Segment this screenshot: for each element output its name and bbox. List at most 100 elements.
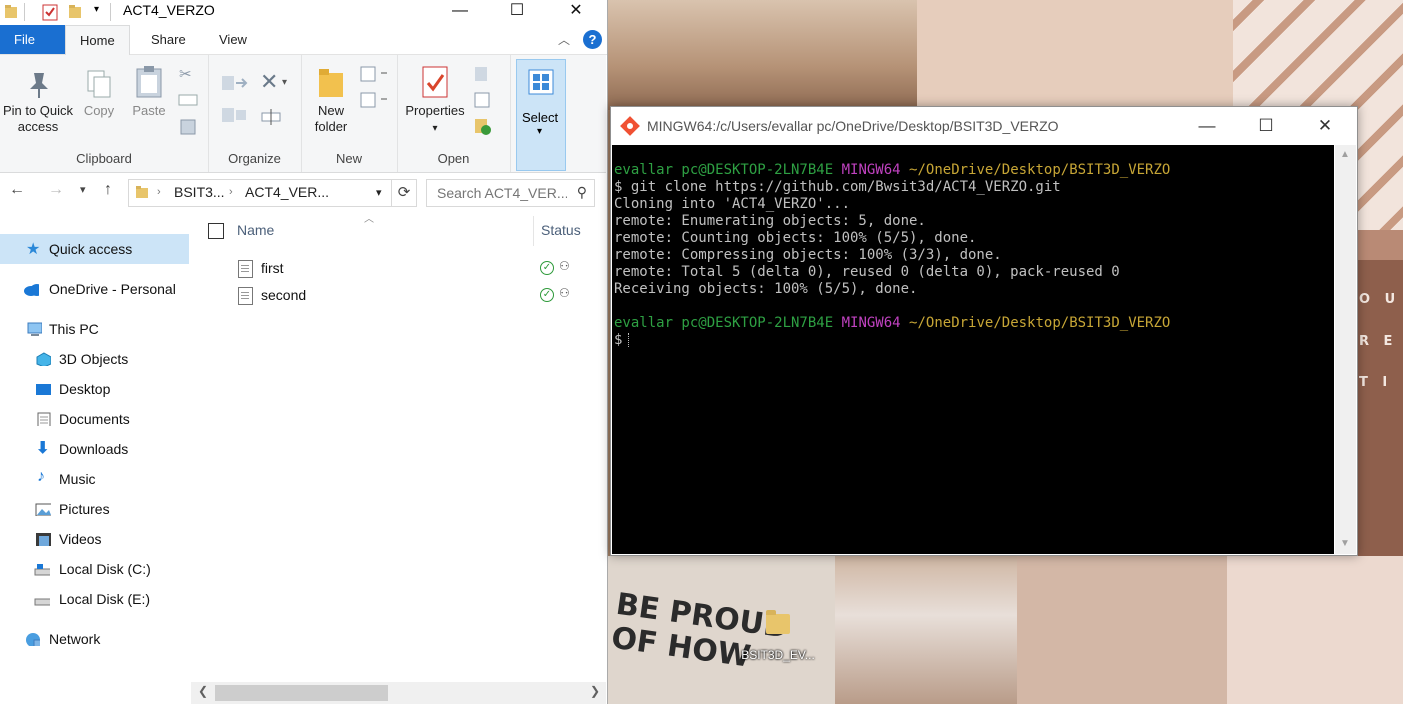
nav-item-network[interactable]: Network bbox=[0, 624, 190, 654]
minimize-button[interactable]: — bbox=[437, 0, 483, 25]
nav-item-onedrive[interactable]: OneDrive - Personal bbox=[0, 274, 190, 304]
tab-home[interactable]: Home bbox=[65, 25, 130, 55]
prompt-symbol: $ bbox=[614, 332, 623, 348]
cut-icon[interactable]: ✂ bbox=[179, 65, 192, 83]
horizontal-scrollbar[interactable]: ❮ ❯ bbox=[191, 682, 606, 704]
git-icon bbox=[620, 116, 640, 136]
copy-button[interactable]: Copy bbox=[78, 69, 120, 119]
copy-icon bbox=[87, 70, 111, 98]
open-group: Properties ▾ Open bbox=[397, 55, 511, 172]
address-bar[interactable]: › BSIT3... › ACT4_VER... ▾ bbox=[128, 179, 392, 207]
customize-toolbar-chevron-icon[interactable]: ▾ bbox=[94, 4, 99, 15]
search-input[interactable] bbox=[435, 184, 569, 202]
history-icon[interactable] bbox=[473, 117, 493, 137]
scroll-right-icon[interactable]: ❯ bbox=[590, 684, 600, 698]
tab-file[interactable]: File bbox=[0, 25, 65, 54]
properties-chevron-icon[interactable]: ▾ bbox=[432, 123, 437, 134]
sort-ascending-icon: ︿ bbox=[364, 214, 374, 225]
breadcrumb-item[interactable]: ACT4_VER... bbox=[245, 184, 329, 200]
nav-item-music[interactable]: ♪ Music bbox=[0, 464, 190, 494]
select-all-checkbox[interactable] bbox=[208, 223, 224, 239]
copy-path-icon[interactable] bbox=[178, 93, 198, 107]
terminal-title: MINGW64:/c/Users/evallar pc/OneDrive/Des… bbox=[647, 118, 1059, 134]
nav-label: This PC bbox=[49, 321, 99, 337]
explorer-titlebar: ▾ ACT4_VERZO — ☐ ✕ bbox=[0, 0, 607, 25]
nav-item-documents[interactable]: Documents bbox=[0, 404, 190, 434]
open-icon[interactable] bbox=[473, 65, 501, 83]
delete-icon[interactable]: ✕ bbox=[260, 69, 278, 95]
copy-label: Copy bbox=[83, 103, 115, 118]
minimize-button[interactable]: — bbox=[1179, 111, 1235, 141]
column-name-header[interactable]: Name bbox=[237, 222, 274, 238]
terminal-screen[interactable]: evallar pc@DESKTOP-2LN7B4E MINGW64 ~/One… bbox=[612, 145, 1334, 554]
prompt-path: ~/OneDrive/Desktop/BSIT3D_VERZO bbox=[909, 315, 1171, 331]
new-folder-quick-icon[interactable] bbox=[68, 4, 82, 20]
paste-button[interactable]: Paste bbox=[128, 65, 170, 119]
scroll-down-icon[interactable]: ▼ bbox=[1340, 538, 1350, 549]
paste-icon bbox=[136, 66, 162, 98]
paste-shortcut-icon[interactable] bbox=[180, 117, 196, 135]
refresh-button[interactable]: ⟳ bbox=[392, 179, 417, 207]
pin-label-2: access bbox=[17, 119, 59, 134]
new-folder-label-2: folder bbox=[314, 119, 348, 134]
folder-icon bbox=[5, 5, 17, 18]
easy-access-icon[interactable] bbox=[359, 91, 389, 109]
maximize-button[interactable]: ☐ bbox=[494, 0, 540, 25]
nav-item-local-disk-c[interactable]: Local Disk (C:) bbox=[0, 554, 190, 584]
nav-item-3d-objects[interactable]: 3D Objects bbox=[0, 344, 190, 374]
desktop-icon bbox=[36, 384, 51, 395]
back-arrow-icon[interactable]: ← bbox=[9, 181, 25, 199]
nav-item-this-pc[interactable]: This PC bbox=[0, 314, 190, 344]
nav-item-quick-access[interactable]: ★ Quick access bbox=[0, 234, 189, 264]
file-row[interactable]: second ✓ ⚇ bbox=[191, 283, 606, 309]
delete-chevron-icon[interactable]: ▾ bbox=[282, 77, 287, 88]
recent-locations-chevron-icon[interactable]: ▾ bbox=[80, 183, 86, 196]
up-arrow-icon[interactable]: ↑ bbox=[104, 181, 112, 199]
collapse-ribbon-chevron-icon[interactable]: ︿ bbox=[558, 31, 570, 48]
nav-item-desktop[interactable]: Desktop bbox=[0, 374, 190, 404]
properties-quick-icon[interactable] bbox=[42, 4, 58, 21]
desktop-folder-shortcut[interactable]: BSIT3D_EV... bbox=[733, 610, 823, 662]
properties-icon bbox=[422, 66, 448, 98]
edit-icon[interactable] bbox=[473, 91, 493, 109]
scroll-up-icon[interactable]: ▲ bbox=[1340, 149, 1350, 160]
nav-item-downloads[interactable]: ⬇ Downloads bbox=[0, 434, 190, 464]
rename-icon[interactable] bbox=[260, 107, 282, 127]
column-divider[interactable] bbox=[533, 216, 534, 246]
maximize-button[interactable]: ☐ bbox=[1238, 111, 1294, 141]
breadcrumb-item[interactable]: BSIT3... bbox=[174, 184, 225, 200]
select-button[interactable]: Select ▾ bbox=[516, 59, 566, 171]
file-row[interactable]: first ✓ ⚇ bbox=[191, 256, 606, 282]
properties-button[interactable]: Properties ▾ bbox=[401, 65, 469, 137]
terminal-vertical-scrollbar[interactable]: ▲ ▼ bbox=[1335, 145, 1356, 554]
forward-arrow-icon[interactable]: → bbox=[48, 181, 64, 199]
address-history-chevron-icon[interactable]: ▾ bbox=[376, 186, 382, 199]
move-to-icon[interactable] bbox=[220, 73, 250, 93]
nav-item-local-disk-e[interactable]: Local Disk (E:) bbox=[0, 584, 190, 614]
nav-item-videos[interactable]: Videos bbox=[0, 524, 190, 554]
cube-icon bbox=[36, 352, 51, 366]
nav-label: Downloads bbox=[59, 441, 129, 457]
prompt-path: ~/OneDrive/Desktop/BSIT3D_VERZO bbox=[909, 162, 1171, 178]
close-button[interactable]: ✕ bbox=[1297, 111, 1353, 141]
copy-to-icon[interactable] bbox=[220, 105, 250, 125]
address-row: ← → ▾ ↑ › BSIT3... › ACT4_VER... ▾ ⟳ ⚲ bbox=[0, 173, 606, 211]
search-icon: ⚲ bbox=[576, 184, 587, 200]
column-status-header[interactable]: Status bbox=[541, 222, 581, 238]
new-folder-button[interactable]: New folder bbox=[305, 65, 357, 135]
nav-label: Quick access bbox=[49, 241, 133, 257]
close-button[interactable]: ✕ bbox=[553, 0, 599, 25]
input-line[interactable]: $ bbox=[612, 332, 1334, 349]
synced-check-icon: ✓ bbox=[540, 261, 554, 275]
search-box[interactable]: ⚲ bbox=[426, 179, 595, 207]
tab-view[interactable]: View bbox=[205, 25, 261, 54]
mingw-terminal-window: MINGW64:/c/Users/evallar pc/OneDrive/Des… bbox=[610, 106, 1358, 556]
nav-label: Documents bbox=[59, 411, 130, 427]
scrollbar-thumb[interactable] bbox=[215, 685, 388, 701]
nav-item-pictures[interactable]: Pictures bbox=[0, 494, 190, 524]
scroll-left-icon[interactable]: ❮ bbox=[198, 684, 208, 698]
tab-share[interactable]: Share bbox=[137, 25, 200, 54]
pin-quick-access-button[interactable]: Pin to Quick access bbox=[2, 69, 74, 135]
help-icon[interactable]: ? bbox=[583, 30, 602, 49]
new-item-icon[interactable] bbox=[359, 65, 389, 83]
